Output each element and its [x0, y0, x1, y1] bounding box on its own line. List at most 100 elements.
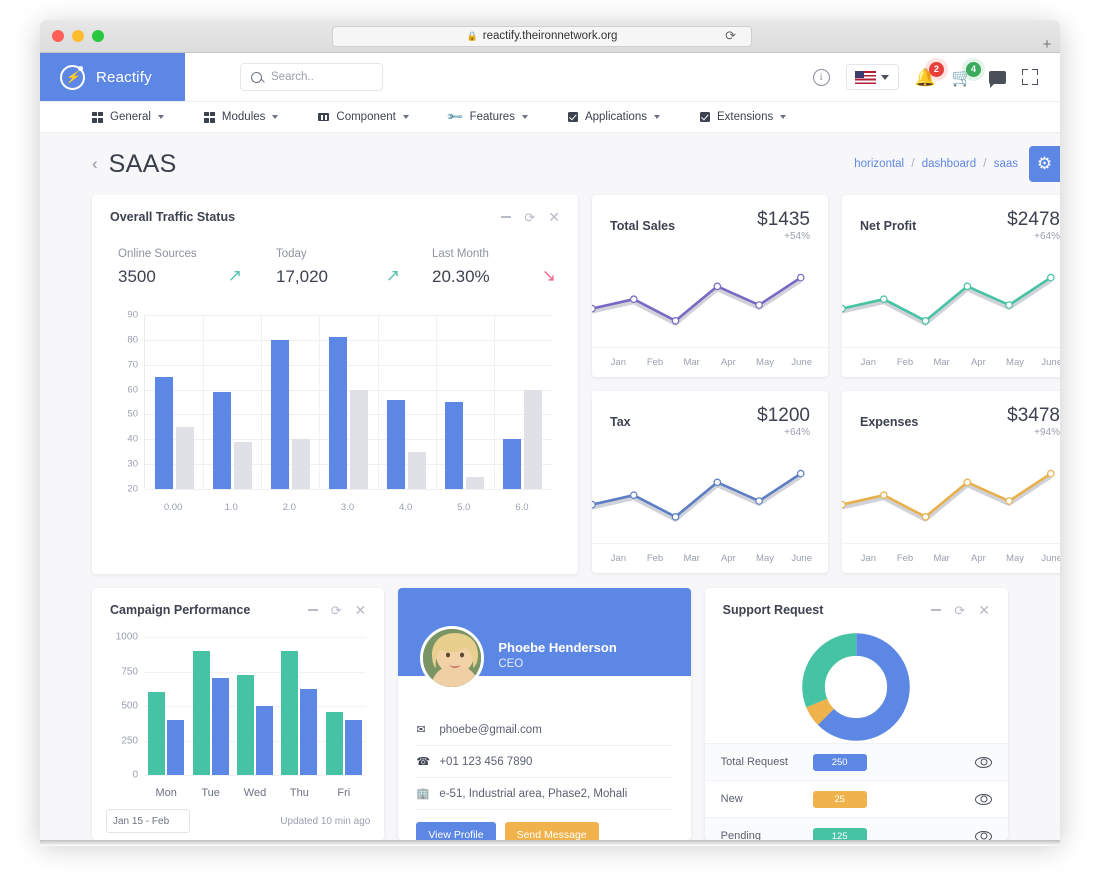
bar — [291, 439, 310, 489]
fullscreen-button[interactable] — [1022, 69, 1038, 85]
stat-value: 20.30% — [432, 267, 490, 286]
axis-tick: Tue — [201, 787, 220, 799]
card-title: Campaign Performance — [110, 603, 251, 617]
nav-item-component[interactable]: Component — [318, 111, 409, 123]
card-header: Expenses $3478 +94% — [842, 391, 1060, 438]
refresh-icon[interactable]: ⟳ — [524, 211, 535, 224]
breadcrumb-saas[interactable]: saas — [994, 158, 1018, 170]
axis-tick: 2.0 — [282, 502, 296, 513]
close-icon[interactable]: ✕ — [978, 603, 990, 617]
bar-group — [319, 315, 377, 489]
reload-icon[interactable]: ⟳ — [725, 28, 736, 44]
grid-icon — [92, 111, 103, 123]
trend-up-icon: ↗ — [385, 266, 400, 285]
close-window-button[interactable] — [52, 30, 64, 42]
minimize-icon[interactable] — [931, 609, 942, 611]
settings-button[interactable]: ⚙ — [1029, 146, 1060, 182]
bar-group — [277, 637, 321, 775]
chevron-down-icon — [521, 115, 528, 119]
bar — [148, 692, 166, 775]
page-header: ‹ SAAS horizontal / dashboard / saas ⚙ — [40, 133, 1060, 195]
data-point — [592, 304, 596, 313]
row-label: Pending — [720, 829, 762, 840]
send-message-button[interactable]: Send Message — [504, 822, 599, 840]
kpi-row-2: Tax $1200 +64% Jan Feb Mar Apr May June … — [592, 391, 1060, 573]
breadcrumb-dashboard[interactable]: dashboard — [922, 158, 976, 170]
app-header: ⚡ Reactify Search.. i 🔔 2 🛒 4 — [40, 53, 1060, 102]
eye-icon[interactable] — [975, 793, 993, 805]
axis-tick: 3.0 — [340, 502, 355, 513]
gridline — [145, 489, 552, 490]
nav-item-general[interactable]: General — [92, 111, 164, 123]
bar-group — [378, 315, 436, 489]
tax-card: Tax $1200 +64% Jan Feb Mar Apr May June — [592, 391, 828, 573]
bar-group — [261, 315, 319, 489]
app-viewport: ⚡ Reactify Search.. i 🔔 2 🛒 4 General Mo… — [40, 53, 1060, 840]
axis-tick: June — [1041, 357, 1060, 368]
address-bar[interactable]: 🔒 reactify.theironnetwork.org ⟳ — [332, 25, 752, 47]
search-input[interactable]: Search.. — [240, 63, 383, 91]
axis-tick: 1.0 — [224, 502, 238, 513]
chevron-left-icon[interactable]: ‹ — [92, 154, 98, 174]
refresh-icon[interactable]: ⟳ — [954, 604, 965, 617]
data-point — [921, 317, 930, 325]
view-profile-button[interactable]: View Profile — [416, 822, 496, 840]
axis-tick: May — [1006, 553, 1024, 564]
close-icon[interactable]: ✕ — [355, 603, 367, 617]
bar-group — [494, 315, 552, 489]
eye-icon[interactable] — [975, 756, 993, 768]
chevron-down-icon — [780, 115, 787, 119]
kpi-amount: $2478 +64% — [1007, 209, 1060, 242]
new-tab-button[interactable]: + — [1036, 36, 1058, 53]
net-profit-card: Net Profit $2478 +64% Jan Feb Mar Apr Ma… — [842, 195, 1060, 377]
axis-tick: May — [756, 357, 774, 368]
total-sales-card: Total Sales $1435 +54% Jan Feb Mar Apr M… — [592, 195, 828, 377]
close-icon[interactable]: ✕ — [548, 210, 560, 224]
nav-item-applications[interactable]: Applications — [567, 111, 660, 123]
kpi-cards: Total Sales $1435 +54% Jan Feb Mar Apr M… — [592, 195, 1060, 574]
bar — [167, 719, 185, 775]
axis-tick: Jan — [610, 553, 626, 564]
cart-button[interactable]: 🛒 4 — [952, 61, 981, 86]
chevron-down-icon — [272, 115, 279, 119]
expenses-card: Expenses $3478 +94% Jan Feb Mar Apr May … — [842, 391, 1060, 573]
bar — [270, 339, 289, 489]
card-tools: ⟳ ✕ — [501, 210, 560, 224]
refresh-icon[interactable]: ⟳ — [331, 604, 342, 617]
bar — [503, 439, 522, 489]
donut-slice — [802, 633, 911, 741]
axis-tick: 50 — [127, 408, 138, 420]
minimize-icon[interactable] — [307, 609, 318, 611]
axis-tick: June — [791, 553, 812, 564]
minimize-icon[interactable] — [501, 216, 512, 218]
nav-item-extensions[interactable]: Extensions — [699, 111, 787, 123]
chevron-down-icon — [157, 115, 164, 119]
date-range-input[interactable]: Jan 15 - Feb — [106, 809, 190, 833]
minimize-window-button[interactable] — [72, 30, 84, 42]
data-point — [1047, 273, 1055, 282]
maximize-window-button[interactable] — [92, 30, 104, 42]
chevron-down-icon — [881, 74, 890, 80]
language-selector[interactable] — [845, 64, 899, 90]
nav-item-modules[interactable]: Modules — [203, 111, 279, 123]
support-row-new: New 25 — [704, 780, 1009, 817]
chat-button[interactable] — [989, 70, 1006, 88]
card-title: Expenses — [860, 414, 919, 429]
search-area: Search.. — [185, 53, 383, 101]
sparkline-svg — [842, 273, 1055, 326]
notifications-button[interactable]: 🔔 2 — [915, 61, 944, 86]
breadcrumb-horizontal[interactable]: horizontal — [854, 158, 904, 170]
browser-window: 🔒 reactify.theironnetwork.org ⟳ + ⚡ Reac… — [40, 20, 1060, 840]
data-point — [842, 304, 846, 313]
axis-tick: Apr — [970, 357, 986, 368]
stat-value: 17,020 — [276, 267, 328, 286]
dashboard-row-2: Campaign Performance ⟳ ✕ 0 250 500 750 1000 M… — [92, 588, 1009, 840]
nav-item-features[interactable]: 🔧 Features — [446, 108, 528, 126]
eye-icon[interactable] — [975, 830, 993, 840]
brand-logo[interactable]: ⚡ Reactify — [40, 53, 185, 101]
info-button[interactable]: i — [812, 68, 830, 86]
axis-tick: Feb — [896, 357, 914, 368]
month-axis: Jan Feb Mar Apr May June — [592, 347, 828, 377]
gear-icon: ⚙ — [1036, 154, 1053, 173]
window-controls[interactable] — [40, 30, 104, 42]
